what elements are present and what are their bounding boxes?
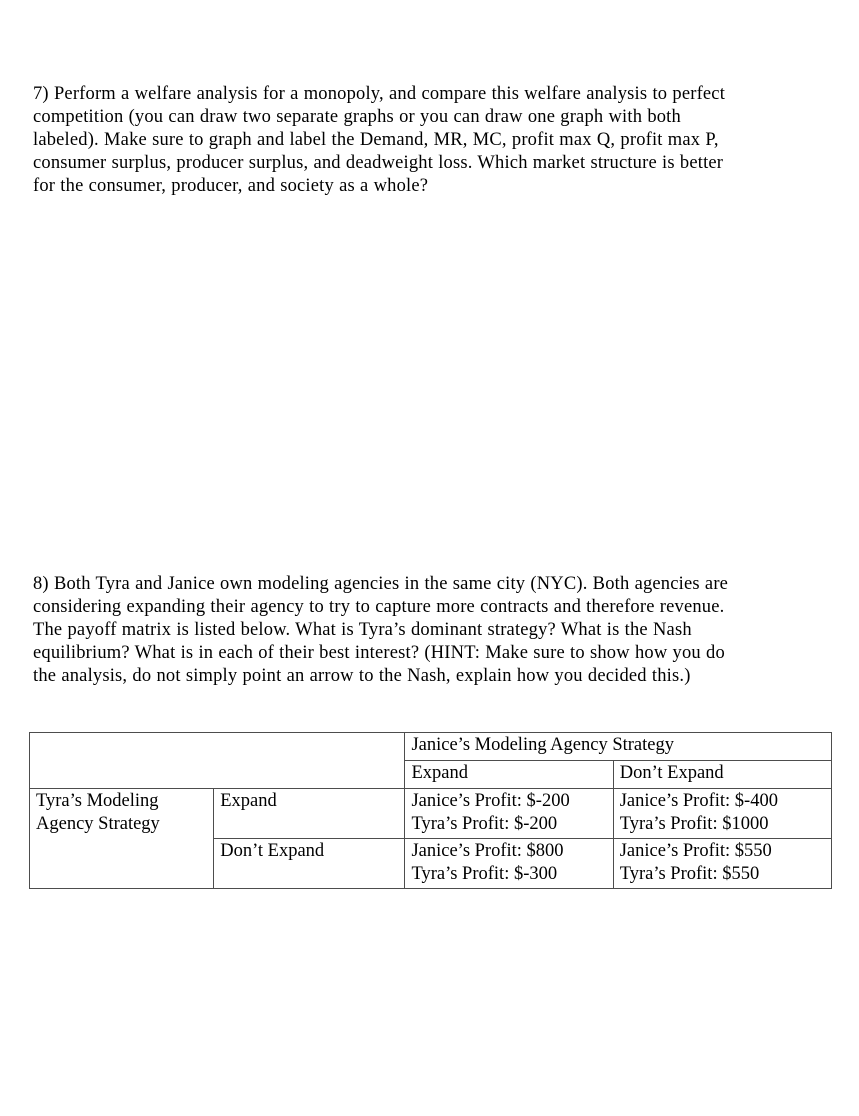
- payoff-tyra-line: Tyra’s Profit: $-300: [411, 864, 558, 884]
- table-row-tyra-expand: Tyra’s Modeling Agency Strategy Expand J…: [28, 788, 833, 889]
- table-row-column-group-header: Janice’s Modeling Agency Strategy: [28, 732, 832, 789]
- column-group-header-janice: Janice’s Modeling Agency Strategy: [404, 732, 832, 761]
- payoff-cell-expand-dontexpand: Janice’s Profit: $-400 Tyra’s Profit: $1…: [612, 788, 833, 839]
- payoff-cell-expand-expand: Janice’s Profit: $-200 Tyra’s Profit: $-…: [404, 788, 614, 839]
- payoff-cell-dontexpand-expand: Janice’s Profit: $800 Tyra’s Profit: $-3…: [404, 838, 614, 889]
- payoff-janice-line: Janice’s Profit: $800: [411, 841, 564, 861]
- payoff-tyra-line: Tyra’s Profit: $1000: [619, 814, 769, 834]
- payoff-janice-line: Janice’s Profit: $550: [619, 841, 772, 861]
- matrix-corner-cell: [28, 732, 406, 789]
- payoff-matrix-container: Janice’s Modeling Agency Strategy Expand…: [28, 732, 833, 889]
- column-header-expand: Expand: [404, 760, 614, 789]
- question-8-text: 8) Both Tyra and Janice own modeling age…: [33, 573, 729, 686]
- row-header-dont-expand: Don’t Expand: [213, 838, 406, 889]
- payoff-janice-line: Janice’s Profit: $-200: [411, 791, 570, 811]
- payoff-janice-line: Janice’s Profit: $-400: [619, 791, 778, 811]
- row-group-header-tyra: Tyra’s Modeling Agency Strategy: [28, 788, 215, 889]
- payoff-matrix-table: Janice’s Modeling Agency Strategy Expand…: [28, 732, 833, 889]
- column-header-dont-expand: Don’t Expand: [612, 760, 833, 789]
- payoff-tyra-line: Tyra’s Profit: $550: [619, 864, 760, 884]
- document-page: 7) Perform a welfare analysis for a mono…: [0, 0, 859, 1116]
- question-7-text: 7) Perform a welfare analysis for a mono…: [33, 83, 726, 196]
- payoff-tyra-line: Tyra’s Profit: $-200: [411, 814, 558, 834]
- row-header-expand: Expand: [213, 788, 406, 839]
- answer-space-question-7: [33, 190, 749, 548]
- payoff-cell-dontexpand-dontexpand: Janice’s Profit: $550 Tyra’s Profit: $55…: [612, 838, 833, 889]
